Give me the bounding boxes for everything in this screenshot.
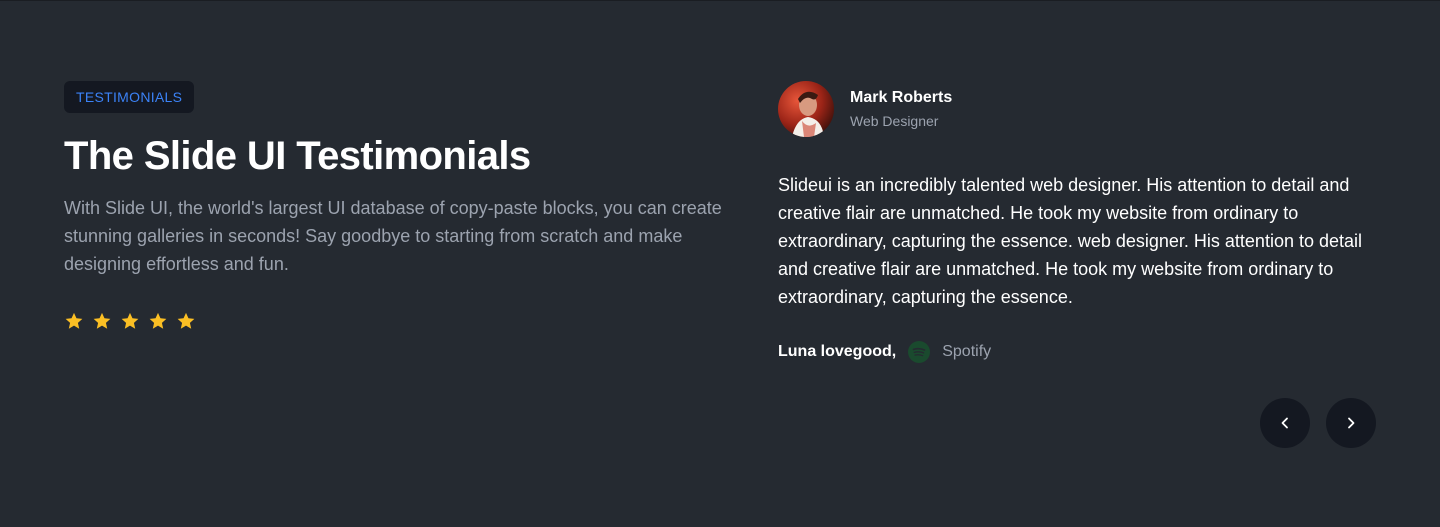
- previous-button[interactable]: [1260, 398, 1310, 448]
- author-info: Mark Roberts Web Designer: [850, 87, 952, 131]
- source-company: Spotify: [942, 343, 992, 360]
- section-title: The Slide UI Testimonials: [64, 134, 531, 178]
- star-icon: [177, 312, 195, 329]
- author-name: Mark Roberts: [850, 89, 953, 106]
- chevron-right-icon: [1348, 417, 1355, 429]
- next-button[interactable]: [1326, 398, 1376, 448]
- chevron-left-icon: [1281, 417, 1288, 429]
- testimonial-card: Mark Roberts Web Designer Slideui is an …: [778, 81, 1378, 364]
- avatar: [778, 81, 834, 137]
- section-badge: TESTIMONIALS: [64, 81, 195, 113]
- star-rating: [64, 311, 724, 331]
- section-description: With Slide UI, the world's largest UI da…: [64, 198, 722, 274]
- star-icon: [149, 312, 167, 329]
- star-icon: [65, 312, 83, 329]
- spotify-logo-icon: [908, 341, 931, 363]
- testimonial-quote: Slideui is an incredibly talented web de…: [778, 175, 1363, 307]
- carousel-navigation: [1260, 398, 1376, 448]
- testimonials-intro: TESTIMONIALS The Slide UI Testimonials W…: [64, 81, 724, 331]
- author-role: Web Designer: [850, 113, 939, 129]
- testimonial-author: Mark Roberts Web Designer: [778, 81, 1378, 137]
- source-name: Luna lovegood,: [778, 343, 897, 360]
- star-icon: [121, 312, 139, 329]
- star-icon: [93, 312, 111, 329]
- testimonial-source: Luna lovegood, Spotify: [778, 340, 1378, 364]
